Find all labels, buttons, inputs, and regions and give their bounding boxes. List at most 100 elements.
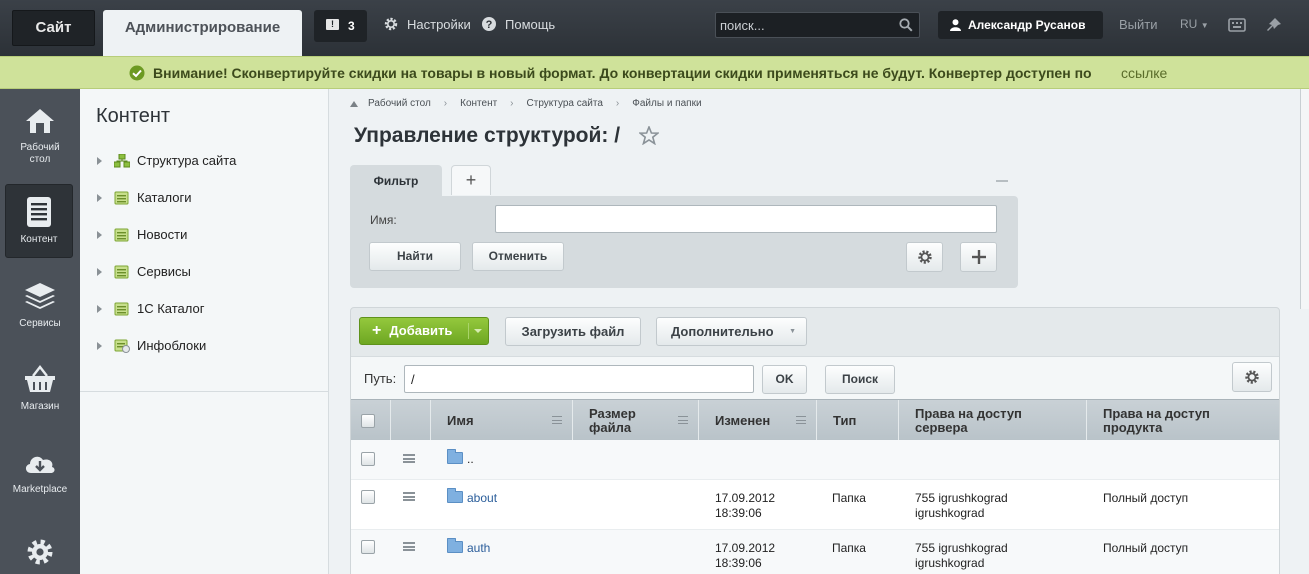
table-row[interactable]: .. bbox=[351, 440, 1279, 480]
search-icon[interactable] bbox=[899, 18, 913, 32]
add-filter-field-button[interactable] bbox=[960, 242, 997, 272]
breadcrumb-item[interactable]: Контент bbox=[460, 98, 497, 109]
actions-column-header bbox=[391, 400, 431, 441]
column-header-label: Имя bbox=[447, 412, 474, 428]
upload-file-button[interactable]: Загрузить файл bbox=[505, 317, 641, 346]
search-input[interactable] bbox=[720, 16, 896, 34]
notice-banner: Внимание! Сконвертируйте скидки на товар… bbox=[0, 56, 1309, 89]
row-checkbox[interactable] bbox=[361, 490, 375, 504]
path-search-button[interactable]: Поиск bbox=[825, 365, 895, 394]
tree-item-site-structure[interactable]: Структура сайта bbox=[97, 153, 236, 168]
breadcrumb-up-icon[interactable] bbox=[350, 100, 358, 107]
table-row[interactable]: about 17.09.2012 18:39:06 Папка 755 igru… bbox=[351, 480, 1279, 530]
svg-text:?: ? bbox=[486, 19, 493, 31]
expand-arrow-icon[interactable] bbox=[97, 230, 102, 239]
path-ok-button[interactable]: OK bbox=[762, 365, 807, 394]
minimize-filter-icon[interactable] bbox=[996, 180, 1008, 182]
tab-filter[interactable]: Фильтр bbox=[350, 165, 442, 198]
table-header: Имя Размер файла Изменен Тип Права на до… bbox=[351, 399, 1279, 441]
menu-icon[interactable] bbox=[403, 542, 415, 551]
settings-label: Настройки bbox=[407, 16, 471, 32]
column-header-size[interactable]: Размер файла bbox=[573, 400, 699, 441]
column-header-product-rights[interactable]: Права на доступ продукта bbox=[1087, 400, 1279, 441]
row-checkbox-cell bbox=[361, 490, 375, 504]
gear-icon bbox=[917, 250, 932, 264]
row-name-cell[interactable]: auth bbox=[447, 538, 490, 556]
column-header-name[interactable]: Имя bbox=[431, 400, 573, 441]
basket-icon bbox=[25, 365, 55, 392]
logout-link[interactable]: Выйти bbox=[1119, 17, 1158, 32]
path-bar: Путь: OK Поиск bbox=[351, 356, 1279, 399]
rail-item-content[interactable]: Контент bbox=[5, 184, 73, 258]
notice-text: Внимание! Сконвертируйте скидки на товар… bbox=[153, 65, 1092, 81]
row-name-cell[interactable]: about bbox=[447, 488, 497, 506]
filter-name-label: Имя: bbox=[370, 213, 397, 227]
chevron-down-icon[interactable] bbox=[474, 329, 482, 333]
rail-item-marketplace[interactable]: Marketplace bbox=[0, 451, 80, 496]
catalog-icon bbox=[114, 228, 129, 241]
tree-item-1c-catalog[interactable]: 1С Каталог bbox=[97, 301, 205, 316]
rail-item-desktop[interactable]: Рабочий стол bbox=[0, 107, 80, 166]
help-link[interactable]: ? Помощь bbox=[481, 16, 555, 32]
keyboard-icon[interactable] bbox=[1228, 16, 1246, 34]
tree-divider bbox=[80, 391, 329, 392]
column-header-type[interactable]: Тип bbox=[817, 400, 899, 441]
add-button[interactable]: + Добавить bbox=[359, 317, 489, 345]
row-checkbox[interactable] bbox=[361, 540, 375, 554]
breadcrumb-item[interactable]: Рабочий стол bbox=[368, 98, 431, 109]
more-actions-button[interactable]: Дополнительно ▼ bbox=[656, 317, 807, 346]
tree-item-services[interactable]: Сервисы bbox=[97, 264, 191, 279]
rail-item-shop[interactable]: Магазин bbox=[0, 364, 80, 413]
right-panel-edge[interactable] bbox=[1300, 89, 1309, 309]
menu-icon[interactable] bbox=[403, 454, 415, 463]
expand-arrow-icon[interactable] bbox=[97, 193, 102, 202]
expand-arrow-icon[interactable] bbox=[97, 156, 102, 165]
tree-item-label: Структура сайта bbox=[137, 153, 237, 168]
tree-item-iblocks[interactable]: Инфоблоки bbox=[97, 338, 206, 353]
table-row[interactable]: auth 17.09.2012 18:39:06 Папка 755 igrus… bbox=[351, 530, 1279, 574]
rail-item-settings[interactable] bbox=[0, 537, 80, 570]
select-all-checkbox[interactable] bbox=[361, 413, 375, 428]
tree-item-catalogs[interactable]: Каталоги bbox=[97, 190, 192, 205]
column-header-modified[interactable]: Изменен bbox=[699, 400, 817, 441]
gear-icon bbox=[384, 17, 398, 31]
find-button[interactable]: Найти bbox=[369, 242, 461, 271]
expand-arrow-icon[interactable] bbox=[97, 267, 102, 276]
filter-settings-button[interactable] bbox=[906, 242, 943, 272]
sort-icon[interactable] bbox=[552, 416, 562, 424]
sort-icon[interactable] bbox=[796, 416, 806, 424]
path-input[interactable] bbox=[404, 365, 754, 393]
language-selector[interactable]: RU ▼ bbox=[1180, 17, 1209, 31]
plus-icon: + bbox=[372, 322, 382, 339]
menu-icon[interactable] bbox=[403, 492, 415, 501]
breadcrumb-item[interactable]: Файлы и папки bbox=[632, 98, 701, 109]
rail-item-services[interactable]: Сервисы bbox=[0, 281, 80, 330]
row-type: Папка bbox=[832, 491, 866, 505]
user-menu-button[interactable]: Александр Русанов bbox=[938, 11, 1103, 39]
expand-arrow-icon[interactable] bbox=[97, 304, 102, 313]
star-icon[interactable] bbox=[639, 126, 659, 145]
cancel-button[interactable]: Отменить bbox=[472, 242, 564, 271]
tree-title: Контент bbox=[96, 105, 171, 127]
row-name-cell[interactable]: .. bbox=[447, 449, 474, 467]
folder-up-icon bbox=[447, 449, 463, 464]
settings-link[interactable]: Настройки bbox=[383, 16, 471, 32]
row-checkbox[interactable] bbox=[361, 452, 375, 466]
breadcrumb-item[interactable]: Структура сайта bbox=[527, 98, 603, 109]
notice-link[interactable]: ссылке bbox=[1121, 65, 1167, 81]
left-rail: Рабочий стол Контент Сервисы Магазин Mar… bbox=[0, 89, 80, 574]
tab-administration[interactable]: Администрирование bbox=[103, 10, 302, 56]
pin-icon[interactable] bbox=[1265, 16, 1283, 34]
tree-item-news[interactable]: Новости bbox=[97, 227, 187, 242]
path-label: Путь: bbox=[364, 371, 397, 386]
notifications-button[interactable]: ! 3 bbox=[314, 10, 367, 42]
notification-icon: ! bbox=[326, 19, 339, 30]
tab-site[interactable]: Сайт bbox=[12, 10, 95, 46]
add-filter-tab-button[interactable]: + bbox=[451, 165, 491, 195]
column-header-server-rights[interactable]: Права на доступ сервера bbox=[899, 400, 1087, 441]
expand-arrow-icon[interactable] bbox=[97, 341, 102, 350]
rail-label: Контент bbox=[20, 234, 58, 245]
sort-icon[interactable] bbox=[678, 416, 688, 424]
filter-name-input[interactable] bbox=[495, 205, 997, 233]
table-settings-button[interactable] bbox=[1232, 362, 1272, 392]
